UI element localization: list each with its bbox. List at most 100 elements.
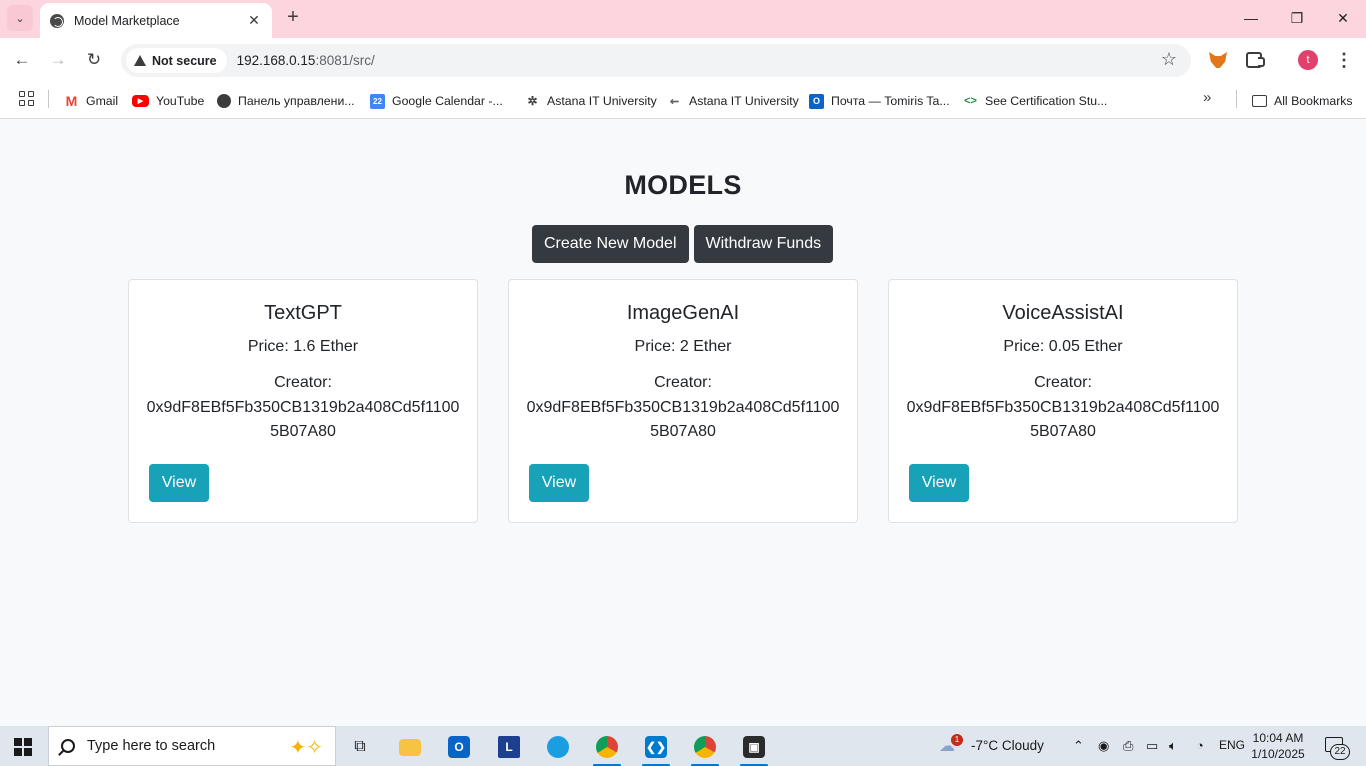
bookmark-certification[interactable]: <> See Certification Stu... (963, 91, 1107, 111)
arrow-left-icon: ← (13, 50, 31, 69)
meet-icon[interactable]: ⎙ (1123, 738, 1133, 754)
divider (1236, 90, 1237, 108)
security-label: Not secure (152, 53, 217, 68)
globe-icon (217, 94, 231, 108)
address-bar[interactable]: Not secure 192.168.0.15:8081/src/ ☆ (121, 44, 1191, 77)
sparkle-icon: ✦✧ (289, 737, 323, 759)
edge-taskbar-button[interactable] (538, 730, 578, 764)
folder-icon (1252, 94, 1267, 109)
bookmark-google-calendar[interactable]: 22 Google Calendar -... (370, 91, 503, 111)
calendar-icon: 22 (370, 93, 385, 109)
view-button[interactable]: View (149, 464, 209, 502)
volume-icon[interactable]: 🔈︎ (1169, 738, 1177, 754)
minimize-button[interactable]: — (1228, 0, 1274, 36)
chrome-taskbar-button-1[interactable] (587, 730, 627, 766)
bookmark-youtube[interactable]: ▶ YouTube (132, 91, 204, 111)
language-indicator[interactable]: ENG (1219, 738, 1245, 752)
extensions-button[interactable] (1242, 48, 1266, 72)
bookmark-outlook-mail[interactable]: O Почта — Tomiris Ta... (809, 91, 950, 111)
notification-count: 22 (1330, 744, 1350, 760)
bookmark-astana-it-university-2[interactable]: ⇜ Astana IT University (667, 91, 799, 111)
url-host: 192.168.0.15 (236, 53, 316, 68)
model-price: Price: 0.05 Ether (1003, 338, 1123, 355)
url-text[interactable]: 192.168.0.15:8081/src/ (237, 53, 375, 68)
vscode-taskbar-button[interactable]: ❮❯ (636, 730, 676, 766)
l-app-icon: L (498, 736, 520, 758)
outlook-icon: O (448, 736, 470, 758)
browser-tab-active[interactable]: Model Marketplace ✕ (40, 3, 272, 38)
weather-badge: 1 (951, 734, 963, 746)
windows-start-icon[interactable] (14, 738, 32, 756)
tab-search-button[interactable]: ⌄ (7, 5, 33, 31)
bookmark-label: Astana IT University (547, 94, 657, 108)
l-app-taskbar-button[interactable]: L (489, 730, 529, 764)
arrow-right-icon: → (49, 50, 67, 69)
warning-icon (134, 55, 146, 66)
task-view-icon: ⧉ (354, 738, 366, 755)
profile-button[interactable]: t (1296, 48, 1320, 72)
view-button[interactable]: View (529, 464, 589, 502)
aitu-icon: ⇜ (669, 95, 680, 108)
aitu-icon: ✲ (527, 94, 538, 108)
create-new-model-button[interactable]: Create New Model (532, 225, 689, 263)
model-name: TextGPT (264, 302, 342, 324)
chevron-double-right-icon[interactable]: » (1203, 89, 1211, 106)
network-icon[interactable]: ◔ (1196, 738, 1204, 753)
back-button[interactable]: ← (8, 46, 36, 74)
bookmark-control-panel[interactable]: Панель управлени... (217, 91, 355, 111)
battery-icon[interactable]: ▭ (1146, 738, 1158, 754)
bookmark-label: See Certification Stu... (985, 94, 1108, 108)
box-app-taskbar-button[interactable]: ▣ (734, 730, 774, 766)
menu-button[interactable]: ⋮ (1332, 48, 1356, 72)
window-close-button[interactable]: ✕ (1320, 0, 1366, 36)
taskbar-search-box[interactable]: Type here to search ✦✧ (48, 726, 336, 766)
globe-icon (50, 13, 64, 28)
gmail-icon: M (65, 93, 78, 109)
model-name: ImageGenAI (626, 302, 740, 324)
outlook-icon: O (809, 93, 824, 109)
search-icon (61, 739, 75, 753)
metamask-fox-icon (1209, 52, 1227, 68)
reload-button[interactable]: ↻ (80, 46, 108, 74)
model-card-textgpt: TextGPT Price: 1.6 Ether Creator: 0x9dF8… (128, 279, 478, 523)
package-icon: ▣ (743, 736, 765, 758)
withdraw-funds-button[interactable]: Withdraw Funds (693, 225, 834, 263)
all-bookmarks-button[interactable]: All Bookmarks (1252, 91, 1353, 111)
apps-grid-icon[interactable] (19, 91, 34, 106)
metamask-extension-button[interactable] (1206, 48, 1230, 72)
task-view-button[interactable]: ⧉ (340, 730, 380, 764)
outlook-taskbar-button[interactable]: O (439, 730, 479, 764)
chevron-down-icon: ⌄ (15, 12, 25, 25)
bookmark-gmail[interactable]: M Gmail (64, 91, 118, 111)
browser-toolbar: ← → ↻ Not secure 192.168.0.15:8081/src/ … (0, 38, 1366, 83)
clock[interactable]: 10:04 AM 1/10/2025 (1248, 730, 1308, 762)
view-button[interactable]: View (909, 464, 969, 502)
forward-button[interactable]: → (44, 46, 72, 74)
creator-address: 0x9dF8EBf5Fb350CB1319b2a408Cd5f11005B07A… (146, 399, 460, 440)
url-path: :8081/src/ (315, 53, 375, 68)
bookmark-label: YouTube (156, 94, 205, 108)
model-name: VoiceAssistAI (1002, 302, 1124, 324)
security-chip[interactable]: Not secure (126, 48, 227, 73)
tab-strip: ⌄ Model Marketplace ✕ + — ❐ ✕ (0, 0, 1366, 38)
restore-button[interactable]: ❐ (1274, 0, 1320, 36)
action-buttons: Create New Model Withdraw Funds (532, 225, 834, 263)
chrome-taskbar-button-2[interactable] (685, 730, 725, 766)
file-explorer-button[interactable] (390, 730, 430, 764)
bookmark-astana-it-university-1[interactable]: ✲ Astana IT University (525, 91, 657, 111)
chevron-up-icon[interactable]: ⌃ (1073, 738, 1084, 754)
close-icon[interactable]: ✕ (246, 12, 262, 29)
new-tab-button[interactable]: + (282, 6, 304, 28)
record-icon[interactable]: ◉ (1098, 738, 1109, 754)
star-icon[interactable]: ☆ (1161, 49, 1177, 70)
weather-text[interactable]: -7°C Cloudy (971, 738, 1044, 753)
search-placeholder: Type here to search (87, 738, 216, 754)
model-price: Price: 1.6 Ether (247, 338, 359, 355)
bookmark-label: Astana IT University (689, 94, 799, 108)
chrome-icon (596, 736, 618, 758)
model-price: Price: 2 Ether (634, 338, 732, 355)
avatar: t (1298, 50, 1318, 70)
vscode-icon: ❮❯ (645, 736, 667, 758)
tab-title: Model Marketplace (74, 13, 180, 28)
creator-label: Creator: (1034, 374, 1092, 391)
